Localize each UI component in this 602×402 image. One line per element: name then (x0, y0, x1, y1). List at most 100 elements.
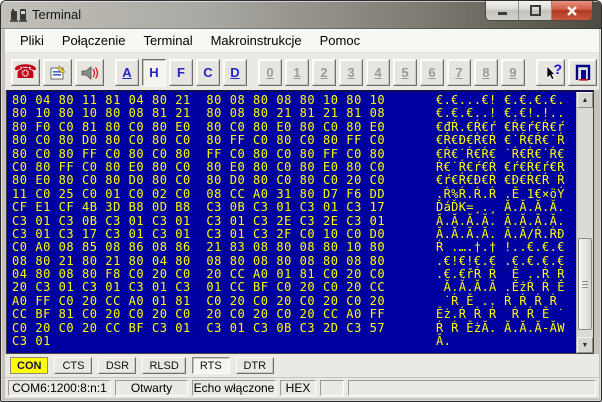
speaker-icon (81, 65, 98, 80)
hex-dump-row: 80 E0 80 C0 80 D0 80 C0 80 D0 80 C0 80 C… (12, 173, 576, 188)
menu-item-makroinstrukcje[interactable]: Makroinstrukcje (202, 29, 311, 52)
toolbar-button-f[interactable]: F (169, 59, 193, 86)
scrollbar-thumb[interactable] (578, 238, 592, 330)
hex-bytes: 80 E0 80 C0 80 D0 80 C0 80 D0 80 C0 80 C… (12, 173, 386, 188)
status-panel-2: Echo włączone (192, 380, 276, 396)
toolbar-button-9: 9 (501, 59, 525, 86)
hex-bytes: 80 C0 80 D0 80 C0 80 C0 80 FF C0 80 C0 8… (12, 133, 386, 148)
status-panel-4 (320, 380, 344, 396)
minimize-button[interactable] (486, 1, 519, 20)
hex-bytes: C3 01 (12, 334, 51, 349)
context-help-button[interactable]: ? (536, 59, 565, 86)
maximize-icon (529, 5, 541, 16)
scroll-down-button[interactable]: ▼ (577, 337, 593, 353)
toolbar-button-8: 8 (474, 59, 498, 86)
ascii-text: Ă.Ă.Ă.Ă .ĚżŔ Ŕ Ě (436, 280, 565, 295)
toolbar-button-c[interactable]: C (196, 59, 220, 86)
hex-bytes: 04 80 08 80 F8 C0 20 C0 20 CC A0 01 81 C… (12, 267, 386, 282)
ascii-text: Ă.Ă.Ă.Ă. Ă.Ă.Ă.Ă. (436, 213, 565, 228)
menu-item-pomoc[interactable]: Pomoc (311, 29, 369, 52)
hex-dump-row: 20 C3 01 C3 01 C3 01 C3 01 CC BF C0 20 C… (12, 280, 576, 295)
app-icon (10, 9, 27, 22)
letter-buttons: AHFCD (115, 59, 247, 86)
exit-door-icon (575, 64, 590, 81)
toolbar-button-d[interactable]: D (223, 59, 247, 86)
settings-icon (50, 64, 66, 79)
titlebar[interactable]: Terminal (1, 1, 601, 29)
statusbar: COM6:1200:8:n:1 Otwarty Echo włączone HEX (5, 378, 599, 398)
hex-bytes: 80 04 80 11 81 04 80 21 80 08 80 08 80 1… (12, 93, 386, 107)
scroll-up-button[interactable]: ▲ (577, 92, 593, 108)
scrollbar-grip-icon (582, 284, 588, 285)
ascii-text: €Ŕ€Đ€Ŕ€Ŕ €˙Ŕ€Ŕ€˙Ŕ (436, 133, 565, 148)
terminal-window: Terminal Pliki Połączenie Terminal Makroins… (0, 0, 602, 402)
hex-dump-row: C0 A0 08 85 08 86 08 86 21 83 08 80 08 8… (12, 240, 576, 254)
terminal-display[interactable]: 80 04 80 11 81 04 80 21 80 08 80 08 80 1… (7, 92, 576, 353)
indicator-rts[interactable]: RTS (191, 357, 230, 374)
scrollbar-track[interactable] (577, 108, 593, 337)
toolbar: ☎ AHFCD 0123456789 ? (5, 53, 599, 90)
maximize-button[interactable] (519, 1, 552, 20)
toolbar-button-6: 6 (420, 59, 444, 86)
hex-bytes: 80 F0 C0 81 80 C0 80 E0 80 C0 80 E0 80 C… (12, 119, 386, 134)
hex-dump-row: 80 C0 80 FF C0 80 C0 80 FF C0 80 C0 80 F… (12, 146, 576, 161)
hex-dump-row: CC BF 81 C0 20 C0 20 C0 20 C0 20 C0 20 C… (12, 307, 576, 322)
vertical-scrollbar[interactable]: ▲ ▼ (576, 92, 593, 353)
toolbar-button-1: 1 (285, 59, 309, 86)
hex-bytes: C0 20 C0 20 CC BF C3 01 C3 01 C3 0B C3 2… (12, 320, 386, 335)
connect-button[interactable]: ☎ (11, 59, 40, 86)
status-panel-5 (348, 380, 596, 396)
hex-dump-row: C0 20 C0 20 CC BF C3 01 C3 01 C3 0B C3 2… (12, 320, 576, 335)
hex-bytes: C0 80 FF C0 80 E0 80 C0 80 E0 80 C0 80 E… (12, 159, 386, 174)
hex-dump-row: C3 01 C3 0B C3 01 C3 01 C3 01 C3 2E C3 2… (12, 213, 576, 228)
indicator-con[interactable]: CON (10, 357, 49, 374)
terminal-panel: 80 04 80 11 81 04 80 21 80 08 80 08 80 1… (6, 90, 594, 354)
hex-bytes: A0 FF C0 20 CC A0 01 81 C0 20 C0 20 C0 2… (12, 293, 386, 308)
toolbar-button-7: 7 (447, 59, 471, 86)
exit-button[interactable] (568, 59, 597, 86)
status-panel-3: HEX (280, 380, 316, 396)
hex-bytes: C3 01 C3 17 C3 01 C3 01 C3 01 C3 2F C0 1… (12, 226, 386, 241)
toolbar-button-4: 4 (366, 59, 390, 86)
ascii-text: €ŕ€Ŕ€Đ€Ŕ €Đ€Ŕ€Ŕ Ŕ (436, 173, 565, 188)
hex-bytes: 80 C0 80 FF C0 80 C0 80 FF C0 80 C0 80 F… (12, 146, 386, 161)
hex-dump-row: 80 04 80 11 81 04 80 21 80 08 80 08 80 1… (12, 93, 576, 107)
menu-item-połączenie[interactable]: Połączenie (53, 29, 135, 52)
indicator-rlsd[interactable]: RLSD (142, 357, 186, 374)
indicator-dsr[interactable]: DSR (98, 357, 137, 374)
ascii-text: €Ŕ€˙Ŕ€Ŕ€ ˙Ŕ€Ŕ€˙Ŕ€ (436, 146, 565, 161)
indicator-cts[interactable]: CTS (54, 357, 93, 374)
ascii-text: €.€...€! €.€.€.€. (436, 93, 565, 107)
settings-button[interactable] (43, 59, 72, 86)
hex-bytes: 08 80 21 80 21 80 04 80 08 80 08 80 08 8… (12, 253, 386, 268)
hex-dump-row: 80 10 80 10 80 08 81 21 80 08 80 21 81 2… (12, 106, 576, 121)
menubar: Pliki Połączenie Terminal Makroinstrukcje Po… (5, 29, 599, 53)
ascii-text: ĎáĎK=¸.¸ Ă.Ă.Ă.Ă. (436, 200, 565, 215)
hex-dump-row: C3 01 Ă. (12, 334, 576, 349)
hex-bytes: C3 01 C3 0B C3 01 C3 01 C3 01 C3 2E C3 2… (12, 213, 386, 228)
toolbar-button-0: 0 (258, 59, 282, 86)
toolbar-button-h[interactable]: H (142, 59, 166, 86)
caption-buttons (485, 1, 593, 21)
window-title: Terminal (32, 7, 82, 22)
scroll-up-icon: ▲ (581, 96, 589, 104)
toolbar-button-2: 2 (312, 59, 336, 86)
digit-buttons: 0123456789 (258, 59, 525, 86)
toolbar-button-a[interactable]: A (115, 59, 139, 86)
status-panel-1: Otwarty (115, 380, 188, 396)
menu-item-terminal[interactable]: Terminal (134, 29, 201, 52)
ascii-text: Ěż.Ŕ Ŕ Ŕ Ŕ Ŕ Ě ˙ (436, 307, 565, 322)
ascii-text: €.€.€..! €.€!.!.. (436, 106, 565, 121)
hex-bytes: CC BF 81 C0 20 C0 20 C0 20 C0 20 C0 20 C… (12, 307, 386, 322)
phone-icon: ☎ (13, 61, 38, 83)
indicator-dtr[interactable]: DTR (235, 357, 274, 374)
toolbar-button-5: 5 (393, 59, 417, 86)
menu-item-pliki[interactable]: Pliki (11, 29, 53, 52)
sound-button[interactable] (75, 59, 104, 86)
status-panel-0: COM6:1200:8:n:1 (8, 380, 111, 396)
hex-dump-row: CF E1 CF 4B 3D B8 0D B8 C3 0B C3 01 C3 0… (12, 200, 576, 215)
hex-bytes: 20 C3 01 C3 01 C3 01 C3 01 CC BF C0 20 C… (12, 280, 386, 295)
hex-bytes: 80 10 80 10 80 08 81 21 80 08 80 21 81 2… (12, 106, 386, 121)
close-button[interactable] (552, 1, 592, 20)
ascii-text: Ă. (436, 334, 452, 349)
